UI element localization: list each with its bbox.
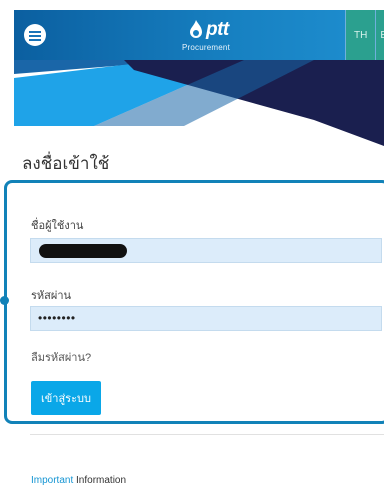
information-word: Information [73, 475, 127, 486]
logo-wordmark: ptt [206, 19, 229, 40]
top-navigation-bar: ptt Procurement TH E [14, 10, 384, 60]
logo-subtitle: Procurement [182, 43, 230, 52]
language-en-button[interactable]: E [375, 10, 384, 60]
language-switcher: TH E [345, 10, 384, 60]
important-information-heading: Important Information [31, 475, 126, 486]
ptt-procurement-logo[interactable]: ptt Procurement [174, 19, 264, 53]
card-side-dot [0, 296, 9, 305]
menu-icon [29, 30, 41, 41]
username-input[interactable] [30, 238, 382, 263]
redacted-username [39, 244, 127, 258]
important-word: Important [31, 475, 74, 486]
username-label: ชื่อผู้ใช้งาน [31, 220, 84, 232]
language-th-button[interactable]: TH [345, 10, 376, 60]
page-title: ลงชื่อเข้าใช้ [22, 154, 110, 173]
header-banner-graphic [14, 60, 384, 146]
password-label: รหัสผ่าน [31, 290, 72, 302]
login-button[interactable]: เข้าสู่ระบบ [31, 381, 101, 415]
hamburger-menu-button[interactable] [24, 24, 46, 46]
divider [30, 434, 384, 435]
forgot-password-link[interactable]: ลืมรหัสผ่าน? [31, 348, 91, 366]
password-masked-value: •••••••• [38, 311, 76, 325]
password-input[interactable]: •••••••• [30, 306, 382, 331]
flame-logo-icon [190, 20, 202, 38]
